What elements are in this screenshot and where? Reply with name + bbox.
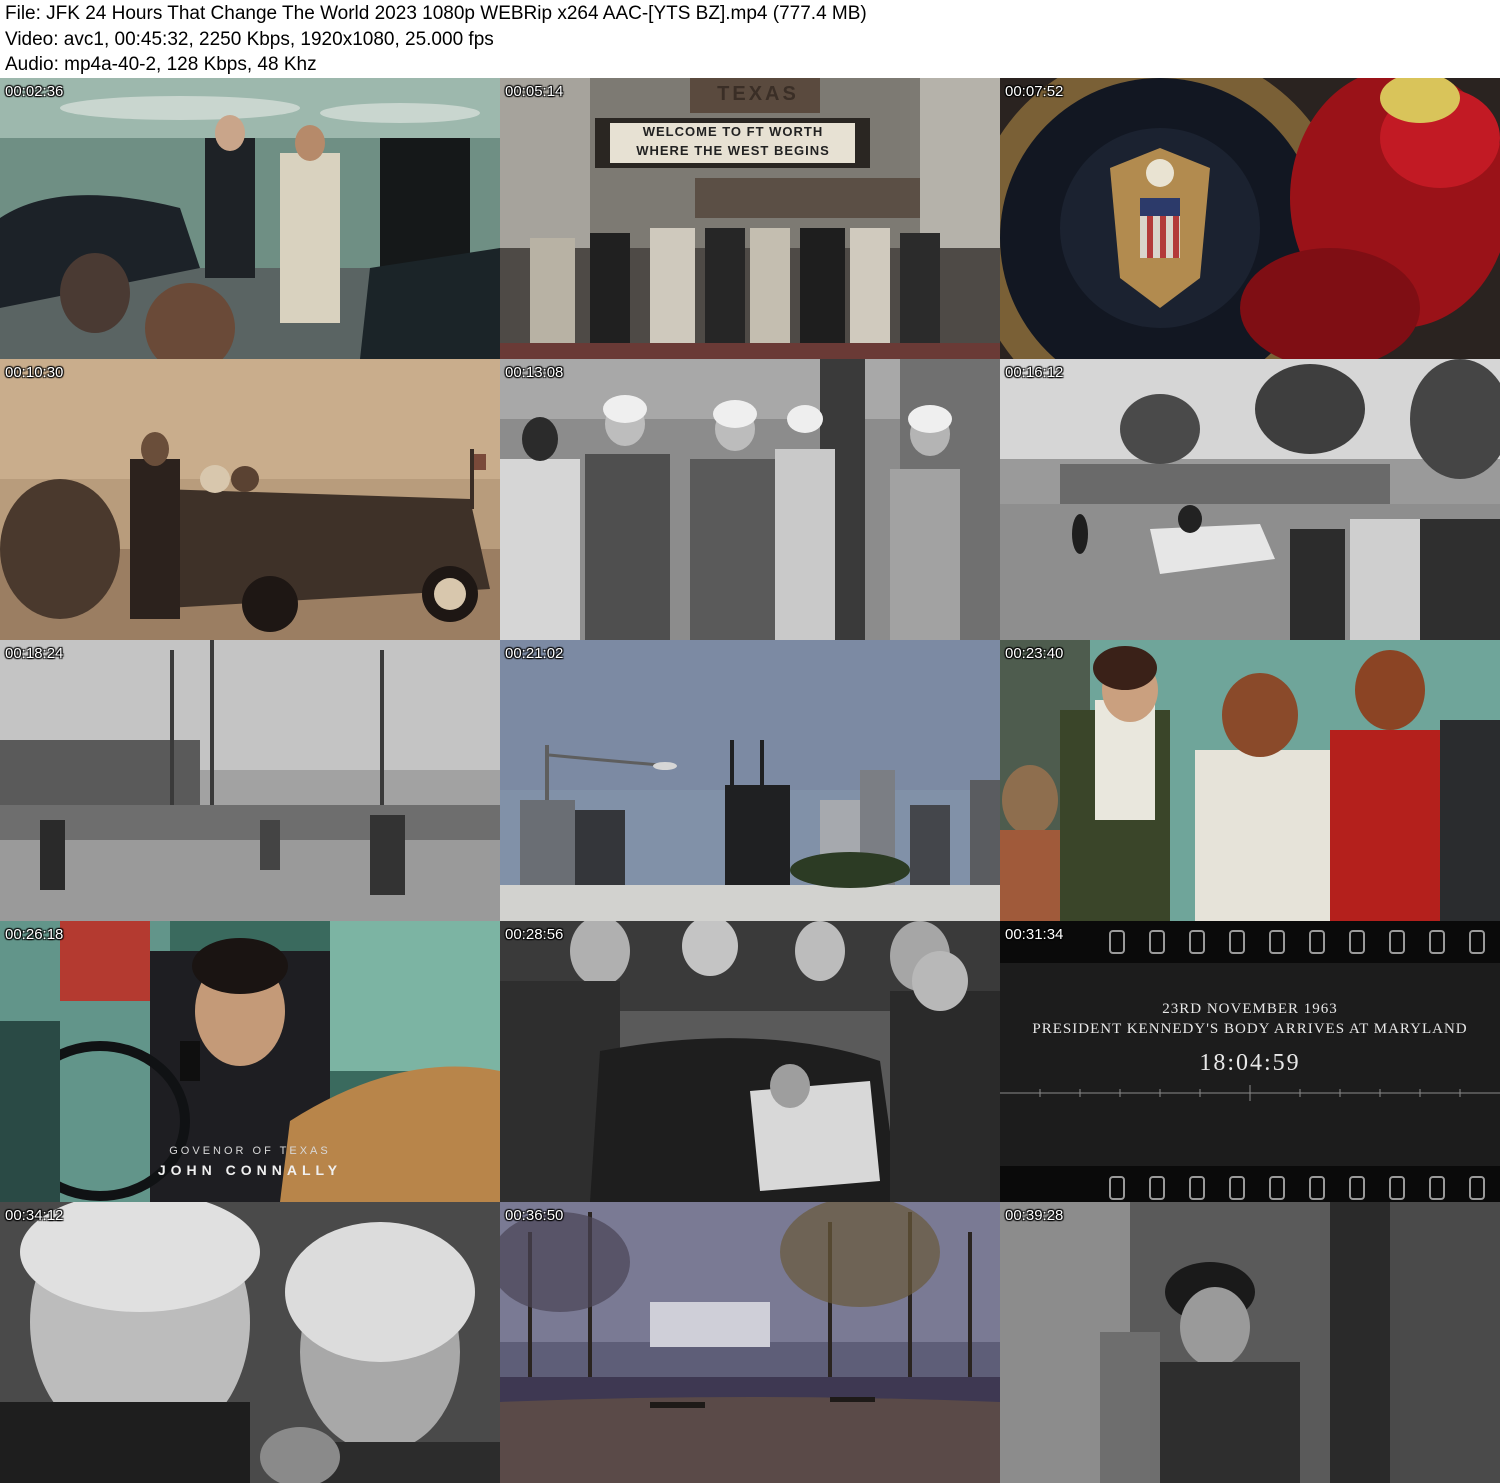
timestamp-label: 00:39:28 xyxy=(1005,1207,1064,1224)
timestamp-label: 00:28:56 xyxy=(505,926,564,943)
timestamp-label: 00:07:52 xyxy=(1005,83,1064,100)
presidential-seal-image xyxy=(1000,78,1500,359)
caption-name: JOHN CONNALLY xyxy=(157,1162,343,1178)
thumbnail-2: TEXAS WELCOME TO FT WORTH WHERE THE WEST… xyxy=(500,78,1000,359)
connally-phone-image xyxy=(0,921,500,1202)
autumn-park-image xyxy=(500,1202,1000,1483)
thumbnail-13: 00:34:12 xyxy=(0,1202,500,1483)
thumbnail-8: 00:21:02 xyxy=(500,640,1000,921)
file-info-header: File: JFK 24 Hours That Change The World… xyxy=(0,0,1500,78)
timestamp-label: 00:10:30 xyxy=(5,364,64,381)
thumbnail-7: 00:18:24 xyxy=(0,640,500,921)
file-line: File: JFK 24 Hours That Change The World… xyxy=(5,3,867,24)
thumbnail-9: 00:23:40 xyxy=(1000,640,1500,921)
timestamp-label: 00:05:14 xyxy=(505,83,564,100)
timestamp-label: 00:31:34 xyxy=(1005,926,1064,943)
thumbnail-14: 00:36:50 xyxy=(500,1202,1000,1483)
airport-scene-image xyxy=(0,78,500,359)
timestamp-label: 00:26:18 xyxy=(5,926,64,943)
street-crowd-bw-image xyxy=(0,640,500,921)
thumbnail-1: 00:02:36 xyxy=(0,78,500,359)
motorcade-sepia-image xyxy=(0,359,500,640)
sign-texas: TEXAS xyxy=(717,83,799,105)
video-line: Video: avc1, 00:45:32, 2250 Kbps, 1920x1… xyxy=(5,29,494,50)
title-clock: 18:04:59 xyxy=(1199,1050,1301,1076)
thumbnail-11: 00:28:56 xyxy=(500,921,1000,1202)
officer-bw-image xyxy=(1000,1202,1500,1483)
workers-bw-image xyxy=(500,359,1000,640)
thumbnail-10: GOVENOR OF TEXAS JOHN CONNALLY 00:26:18 xyxy=(0,921,500,1202)
thumbnail-5: 00:13:08 xyxy=(500,359,1000,640)
title-date: 23RD NOVEMBER 1963 xyxy=(1162,1001,1338,1017)
caption-title: GOVENOR OF TEXAS xyxy=(169,1145,331,1157)
crying-crowd-image xyxy=(1000,640,1500,921)
thumbnail-6: 00:16:12 xyxy=(1000,359,1500,640)
dealey-plaza-image xyxy=(1000,359,1500,640)
thumbnail-3: 00:07:52 xyxy=(1000,78,1500,359)
timestamp-label: 00:16:12 xyxy=(1005,364,1064,381)
thumbnail-15: 00:39:28 xyxy=(1000,1202,1500,1483)
thumbnail-4: 00:10:30 xyxy=(0,359,500,640)
theater-marquee-image xyxy=(500,78,1000,359)
timestamp-label: 00:36:50 xyxy=(505,1207,564,1224)
crowd-car-bw-image xyxy=(500,921,1000,1202)
timestamp-label: 00:02:36 xyxy=(5,83,64,100)
title-event: PRESIDENT KENNEDY'S BODY ARRIVES AT MARY… xyxy=(1032,1021,1468,1037)
dallas-skyline-image xyxy=(500,640,1000,921)
timestamp-label: 00:18:24 xyxy=(5,645,64,662)
faces-closeup-bw-image xyxy=(0,1202,500,1483)
timestamp-label: 00:13:08 xyxy=(505,364,564,381)
audio-line: Audio: mp4a-40-2, 128 Kbps, 48 Khz xyxy=(5,54,317,75)
timestamp-label: 00:34:12 xyxy=(5,1207,64,1224)
marquee-line-2: WHERE THE WEST BEGINS xyxy=(636,143,830,158)
thumbnail-12: 23RD NOVEMBER 1963 PRESIDENT KENNEDY'S B… xyxy=(1000,921,1500,1202)
timestamp-label: 00:21:02 xyxy=(505,645,564,662)
thumbnail-grid: 00:02:36 TEXAS WELCOME TO FT WORTH WHERE… xyxy=(0,78,1500,1483)
timestamp-label: 00:23:40 xyxy=(1005,645,1064,662)
marquee-line-1: WELCOME TO FT WORTH xyxy=(642,124,824,139)
